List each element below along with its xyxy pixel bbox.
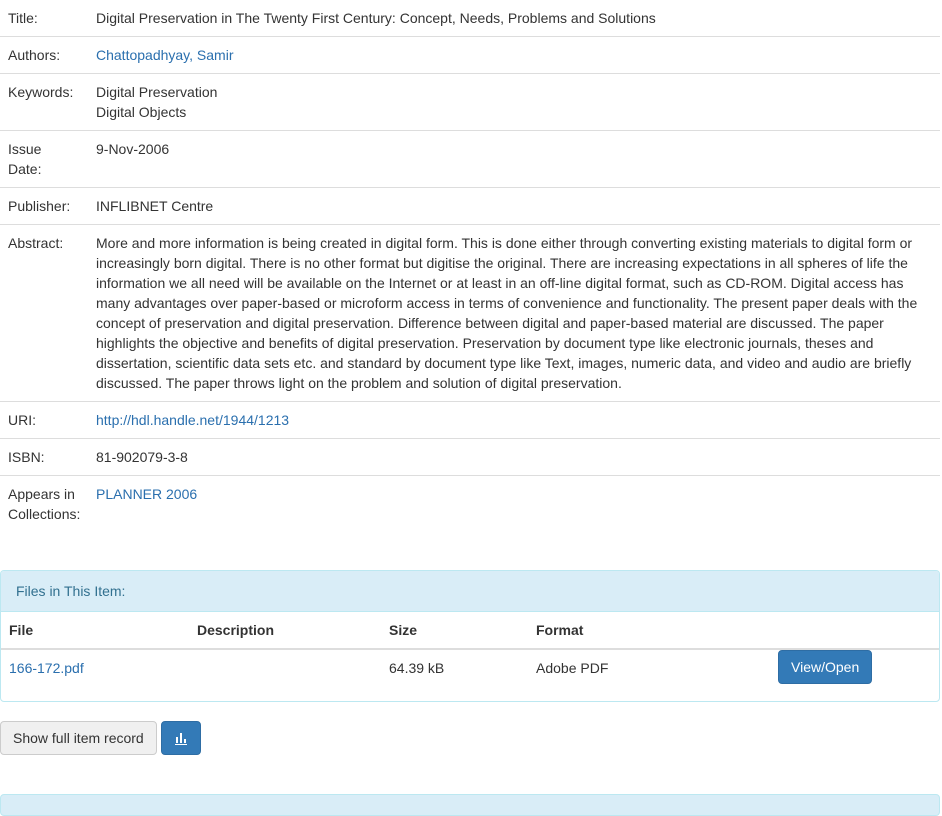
- metadata-row-abstract: Abstract: More and more information is b…: [0, 224, 940, 402]
- metadata-row-isbn: ISBN: 81-902079-3-8: [0, 438, 940, 476]
- title-label: Title:: [8, 10, 38, 26]
- metadata-row-issue-date: Issue Date: 9-Nov-2006: [0, 130, 940, 188]
- files-table: File Description Size Format 166-172.pdf…: [1, 612, 939, 686]
- collection-link[interactable]: PLANNER 2006: [96, 486, 197, 502]
- publisher-label: Publisher:: [0, 187, 88, 225]
- item-actions: Show full item record: [0, 721, 201, 755]
- column-header-description: Description: [189, 612, 381, 650]
- issue-date-label: Issue Date:: [0, 130, 88, 188]
- author-link[interactable]: Chattopadhyay, Samir: [96, 47, 233, 63]
- metadata-row-collections: Appears in Collections: PLANNER 2006: [0, 475, 940, 532]
- file-link[interactable]: 166-172.pdf: [9, 660, 84, 676]
- uri-link[interactable]: http://hdl.handle.net/1944/1213: [96, 412, 289, 428]
- issue-date-value: 9-Nov-2006: [88, 130, 940, 188]
- metadata-row-keywords: Keywords: Digital Preservation Digital O…: [0, 73, 940, 131]
- keyword-item: Digital Preservation: [96, 84, 218, 100]
- metadata-row-uri: URI: http://hdl.handle.net/1944/1213: [0, 401, 940, 439]
- metadata-row-authors: Authors: Chattopadhyay, Samir: [0, 36, 940, 74]
- authors-label: Authors:: [0, 36, 88, 74]
- files-panel: Files in This Item: File Description Siz…: [0, 570, 940, 702]
- metadata-row-title: Title: Digital Preservation in The Twent…: [0, 0, 940, 37]
- publisher-value: INFLIBNET Centre: [88, 187, 940, 225]
- item-metadata-table: Title: Digital Preservation in The Twent…: [0, 0, 940, 532]
- abstract-value: More and more information is being creat…: [88, 224, 940, 402]
- view-open-button[interactable]: View/Open: [778, 650, 873, 684]
- column-header-file: File: [1, 612, 189, 650]
- abstract-label: Abstract:: [0, 224, 88, 402]
- file-format: Adobe PDF: [536, 660, 609, 676]
- isbn-value: 81-902079-3-8: [88, 438, 940, 476]
- keywords-label: Keywords:: [0, 73, 88, 131]
- uri-label: URI:: [0, 401, 88, 439]
- title-value: Digital Preservation in The Twenty First…: [96, 10, 656, 26]
- metadata-row-publisher: Publisher: INFLIBNET Centre: [0, 187, 940, 225]
- column-header-action: [770, 612, 939, 650]
- files-table-header: File Description Size Format: [1, 612, 939, 650]
- column-header-format: Format: [528, 612, 770, 650]
- bar-chart-icon: [174, 733, 187, 745]
- show-full-record-button[interactable]: Show full item record: [0, 721, 157, 755]
- isbn-label: ISBN:: [0, 438, 88, 476]
- next-panel-edge: [0, 794, 940, 816]
- file-size: 64.39 kB: [389, 660, 445, 676]
- column-header-size: Size: [381, 612, 528, 650]
- table-row: 166-172.pdf 64.39 kB Adobe PDF View/Open: [1, 649, 939, 686]
- collections-label: Appears in Collections:: [0, 475, 88, 532]
- files-panel-heading: Files in This Item:: [1, 571, 939, 612]
- statistics-button[interactable]: [160, 721, 201, 755]
- file-description: [189, 649, 381, 686]
- keyword-item: Digital Objects: [96, 104, 187, 120]
